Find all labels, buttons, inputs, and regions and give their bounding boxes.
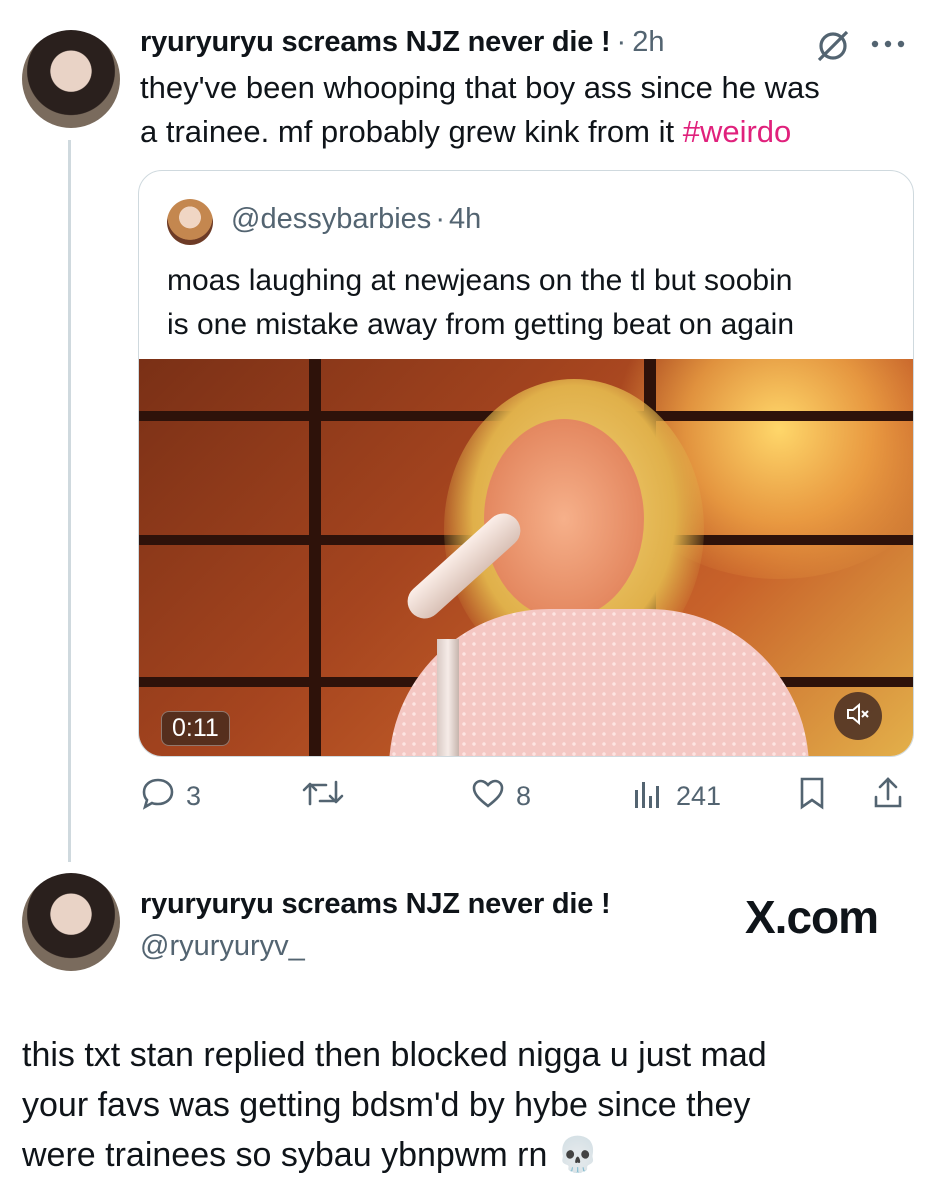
bookmark-icon <box>796 775 828 818</box>
mute-button[interactable] <box>834 692 882 740</box>
like-button[interactable]: 8 <box>470 778 531 814</box>
tweet-text: they've been whooping that boy ass since… <box>140 66 820 154</box>
skull-emoji: 💀 <box>556 1136 600 1174</box>
caption-line-1: this txt stan replied then blocked nigga… <box>22 1036 767 1074</box>
like-count: 8 <box>516 780 532 811</box>
tweet-text-line-2: a trainee. mf probably grew kink from it… <box>140 114 792 149</box>
views-button[interactable]: 241 <box>630 778 721 814</box>
share-button[interactable] <box>872 776 904 814</box>
reply-count: 3 <box>186 780 202 811</box>
views-icon <box>630 776 666 817</box>
caption-line-3: were trainees so sybau ybnpwm rn 💀 <box>22 1136 600 1174</box>
quoted-tweet[interactable]: @dessybarbies · 4h moas laughing at newj… <box>138 170 914 757</box>
grok-icon[interactable] <box>813 26 853 66</box>
caption-line-2: your favs was getting bdsm'd by hybe sin… <box>22 1086 751 1124</box>
share-icon <box>872 775 904 818</box>
hashtag-link[interactable]: #weirdo <box>683 114 792 149</box>
retweet-icon <box>300 776 346 817</box>
quote-handle[interactable]: @dessybarbies <box>231 203 431 236</box>
quote-header: @dessybarbies · 4h <box>231 203 481 236</box>
quote-text-line-1: moas laughing at newjeans on the tl but … <box>167 264 793 297</box>
quote-avatar[interactable] <box>167 199 213 245</box>
caption-text: this txt stan replied then blocked nigga… <box>22 1030 902 1180</box>
quote-text-line-2: is one mistake away from getting beat on… <box>167 308 795 341</box>
tweet-text-line-1: they've been whooping that boy ass since… <box>140 70 820 105</box>
video-duration: 0:11 <box>161 711 230 746</box>
time-separator: · <box>616 26 627 58</box>
more-icon[interactable] <box>866 34 912 54</box>
quote-text: moas laughing at newjeans on the tl but … <box>167 259 794 347</box>
video-player[interactable]: 0:11 <box>139 359 913 756</box>
author-name[interactable]: ryuryuryu screams NJZ never die ! <box>140 26 611 59</box>
thread-line <box>68 140 71 862</box>
x-com-logo: X.com <box>745 891 879 943</box>
reply-icon <box>140 776 176 817</box>
mic-stand <box>437 639 459 756</box>
profile-avatar[interactable] <box>22 873 120 971</box>
tweet-time[interactable]: 2h <box>632 26 664 59</box>
mute-icon <box>845 701 871 732</box>
bookmark-button[interactable] <box>796 777 828 814</box>
profile-handle[interactable]: @ryuryuryv_ <box>140 930 305 963</box>
quote-time-separator: · <box>435 203 445 235</box>
quote-time[interactable]: 4h <box>449 203 481 236</box>
author-avatar[interactable] <box>22 30 120 128</box>
tweet-header: ryuryuryu screams NJZ never die ! · 2h <box>140 26 664 66</box>
profile-name[interactable]: ryuryuryu screams NJZ never die ! <box>140 888 611 921</box>
reply-button[interactable]: 3 <box>140 778 201 814</box>
retweet-button[interactable] <box>300 778 346 814</box>
views-count: 241 <box>676 780 722 811</box>
like-icon <box>470 776 506 817</box>
